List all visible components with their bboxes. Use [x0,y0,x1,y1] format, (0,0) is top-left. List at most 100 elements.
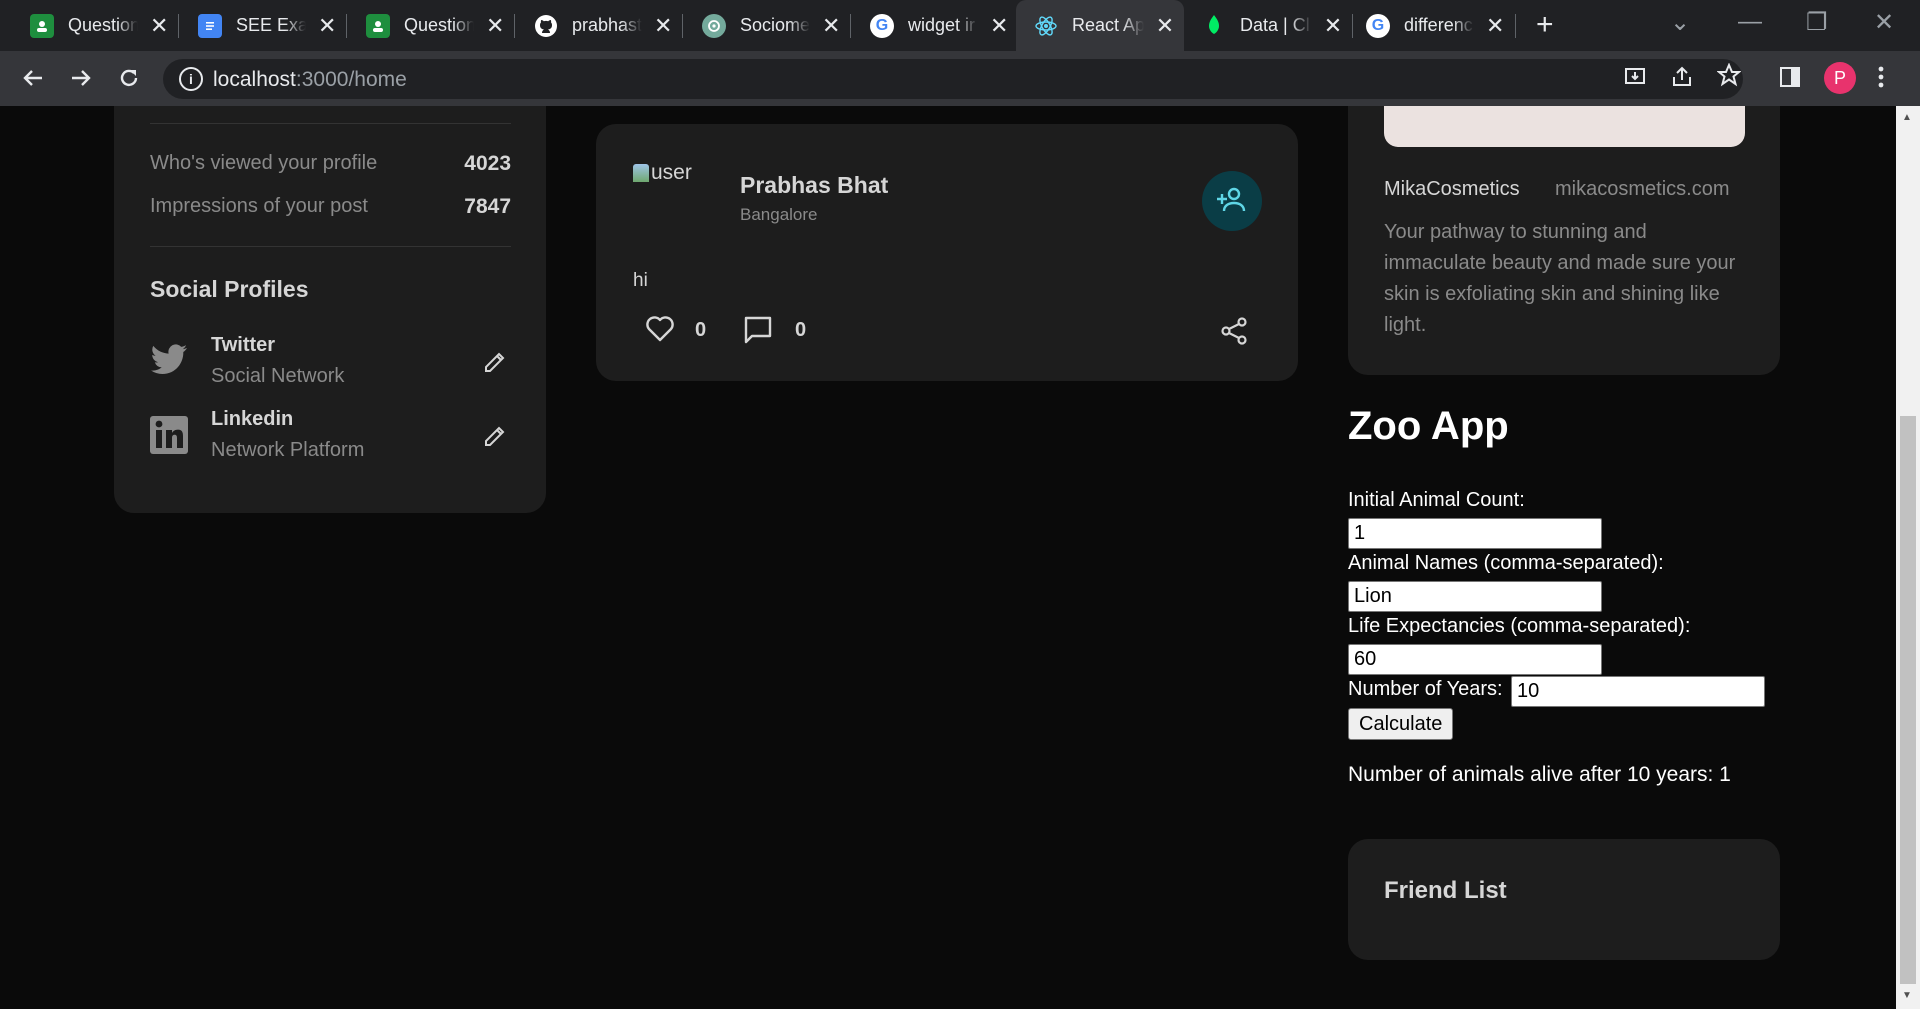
browser-tab-active[interactable]: React Ap ✕ [1016,0,1184,51]
reload-icon[interactable] [112,61,146,95]
like-count: 0 [695,319,707,341]
install-icon[interactable] [1623,65,1647,96]
url-host: localhost [213,68,296,91]
close-window-icon[interactable]: ✕ [1874,8,1894,37]
minimize-icon[interactable]: — [1738,8,1762,36]
forms-icon [30,13,54,38]
zoo-result-text: Number of animals alive after 10 years: … [1348,763,1731,786]
stat-value: 7847 [464,195,511,218]
google-icon: G [870,13,894,38]
docs-icon [198,13,222,38]
scrollbar-thumb[interactable] [1900,416,1916,984]
site-info-icon[interactable]: i [179,67,203,91]
stat-value: 4023 [464,152,511,175]
ad-image[interactable] [1384,106,1745,147]
forward-icon[interactable] [64,61,98,95]
restore-icon[interactable]: ❐ [1806,8,1828,37]
browser-tab[interactable]: Sociome ✕ [672,0,842,51]
tab-title: widget ir [908,15,976,35]
menu-kebab-icon[interactable] [1876,65,1886,96]
page-scrollbar[interactable]: ▲ ▼ [1896,106,1920,1009]
close-icon[interactable]: ✕ [148,13,170,39]
like-heart-icon[interactable] [646,316,674,347]
address-bar[interactable]: i localhost:3000/home [163,59,1743,99]
years-input[interactable] [1511,676,1765,707]
browser-tab[interactable]: SEE Exam ✕ [168,0,338,51]
forms-icon [366,13,390,38]
ad-company-name: MikaCosmetics [1384,178,1520,200]
close-icon[interactable]: ✕ [1154,13,1176,39]
scroll-up-arrow-icon[interactable]: ▲ [1902,112,1912,123]
post-author-name[interactable]: Prabhas Bhat [740,172,888,199]
life-expectancy-label: Life Expectancies (comma-separated): [1348,615,1691,637]
broken-image-icon [633,164,649,182]
tab-title: SEE Exam [236,15,307,35]
tab-strip: Question ✕ SEE Exam ✕ Question ✕ prabhas… [0,0,1920,51]
zoo-app-title: Zoo App [1348,404,1509,448]
tab-title: Data | Cl [1240,15,1310,35]
share-icon[interactable] [1221,317,1247,350]
animal-names-input[interactable] [1348,581,1602,612]
ad-description: Your pathway to stunning and immaculate … [1384,221,1736,336]
new-tab-icon[interactable]: + [1536,8,1554,42]
browser-tab[interactable]: G widget ir ✕ [840,0,1010,51]
avatar-alt-text: user [651,161,692,184]
edit-pencil-icon[interactable] [483,424,507,453]
post-text: hi [633,270,648,291]
friend-list-title: Friend List [1384,877,1507,904]
ad-website[interactable]: mikacosmetics.com [1555,178,1729,201]
close-icon[interactable]: ✕ [316,13,338,39]
post-card [596,124,1298,381]
person-add-icon [1216,186,1248,217]
side-panel-icon[interactable] [1778,65,1802,96]
comment-icon[interactable] [744,316,772,349]
url-text[interactable]: localhost:3000/home [213,68,407,92]
close-icon[interactable]: ✕ [820,13,842,39]
social-sub: Social Network [211,365,345,387]
browser-tab[interactable]: G differenc ✕ [1336,0,1506,51]
animal-names-label: Animal Names (comma-separated): [1348,552,1664,574]
twitter-icon [150,344,188,381]
add-friend-button[interactable] [1202,171,1262,231]
browser-tab[interactable]: Data | Cl ✕ [1184,0,1352,51]
github-icon [534,14,558,38]
close-icon[interactable]: ✕ [484,13,506,39]
post-author-location: Bangalore [740,205,818,224]
post-avatar: user [633,161,692,185]
years-label: Number of Years: [1348,678,1503,700]
close-icon[interactable]: ✕ [1484,13,1506,39]
social-sub: Network Platform [211,439,365,461]
tab-search-icon[interactable]: ⌄ [1670,8,1690,37]
tab-title: Question [68,15,139,35]
tab-title: React Ap [1072,15,1144,35]
social-name: Linkedin [211,408,294,430]
social-profiles-heading: Social Profiles [150,276,309,302]
browser-tab[interactable]: prabhast ✕ [504,0,674,51]
back-icon[interactable] [16,61,50,95]
browser-tab[interactable]: Question ✕ [0,0,170,51]
browser-tab[interactable]: Question ✕ [336,0,506,51]
divider [150,123,511,124]
animal-count-label: Initial Animal Count: [1348,489,1525,511]
linkedin-icon [150,416,188,459]
close-icon[interactable]: ✕ [652,13,674,39]
react-icon [1034,14,1058,38]
tab-title: prabhast [572,15,643,35]
edit-pencil-icon[interactable] [483,350,507,379]
animal-count-input[interactable] [1348,518,1602,549]
calculate-button[interactable]: Calculate [1348,708,1454,740]
tab-separator [1515,14,1516,38]
tab-title: Question [404,15,475,35]
scroll-down-arrow-icon[interactable]: ▼ [1902,990,1912,1001]
divider [150,246,511,247]
google-icon: G [1366,13,1390,38]
profile-avatar[interactable]: P [1824,62,1856,94]
share-page-icon[interactable] [1670,65,1694,96]
bookmark-star-icon[interactable] [1716,62,1742,94]
stat-label: Who's viewed your profile [150,152,378,174]
close-icon[interactable]: ✕ [988,13,1010,39]
page-content: Who's viewed your profile 4023 Impressio… [0,106,1896,1009]
social-name: Twitter [211,334,276,356]
life-expectancy-input[interactable] [1348,644,1602,675]
stat-label: Impressions of your post [150,195,368,217]
